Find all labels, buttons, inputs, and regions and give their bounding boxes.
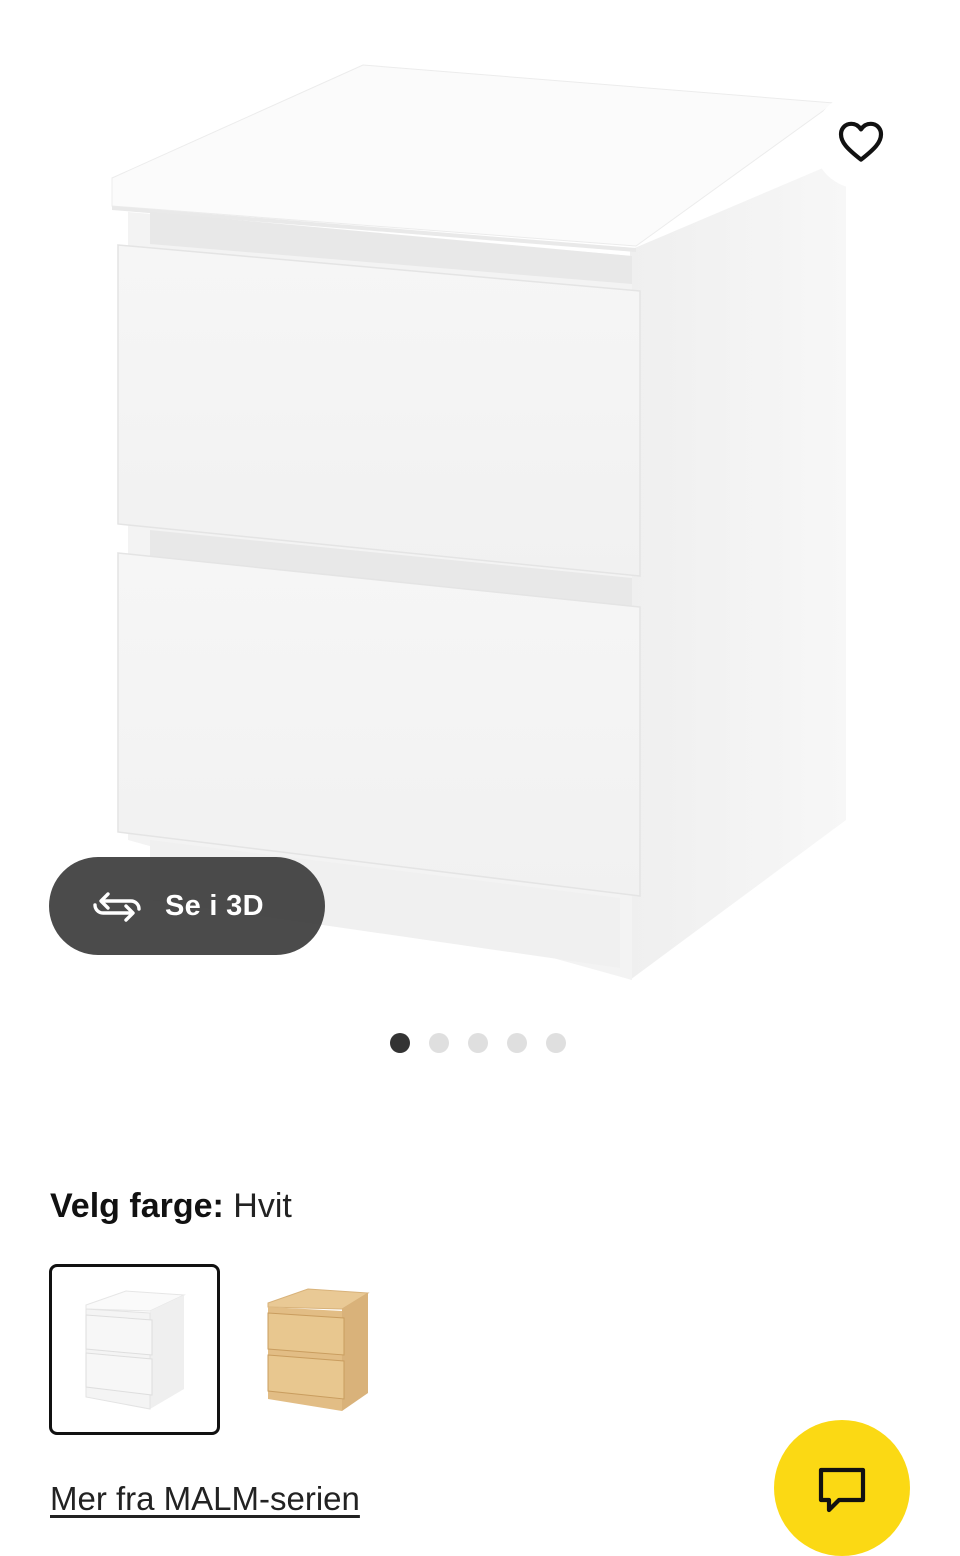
carousel-dot-2[interactable] xyxy=(429,1033,449,1053)
view-in-3d-button[interactable]: Se i 3D xyxy=(49,857,325,955)
malm-series-link[interactable]: Mer fra MALM-serien xyxy=(50,1477,360,1521)
color-picker-heading: Velg farge: Hvit xyxy=(50,1185,292,1227)
color-picker-prefix: Velg farge: xyxy=(50,1187,224,1225)
color-swatch-white[interactable] xyxy=(49,1264,220,1435)
carousel-dot-3[interactable] xyxy=(468,1033,488,1053)
view-in-3d-label: Se i 3D xyxy=(165,889,264,922)
color-swatch-white-stained-oak[interactable] xyxy=(233,1264,404,1435)
carousel-dot-4[interactable] xyxy=(507,1033,527,1053)
swatch-thumbnail-white xyxy=(85,1289,186,1410)
carousel-dot-5[interactable] xyxy=(546,1033,566,1053)
rotate-3d-icon xyxy=(91,888,143,924)
favorite-button[interactable] xyxy=(813,93,909,189)
chat-icon xyxy=(818,1467,866,1513)
selected-color-value: Hvit xyxy=(233,1187,292,1225)
carousel-dot-1[interactable] xyxy=(390,1033,410,1053)
swatch-thumbnail-oak xyxy=(267,1287,370,1411)
product-gallery[interactable]: Se i 3D xyxy=(0,0,960,1010)
chat-button[interactable] xyxy=(774,1420,910,1556)
carousel-pagination xyxy=(390,1033,566,1055)
heart-icon xyxy=(838,121,884,162)
